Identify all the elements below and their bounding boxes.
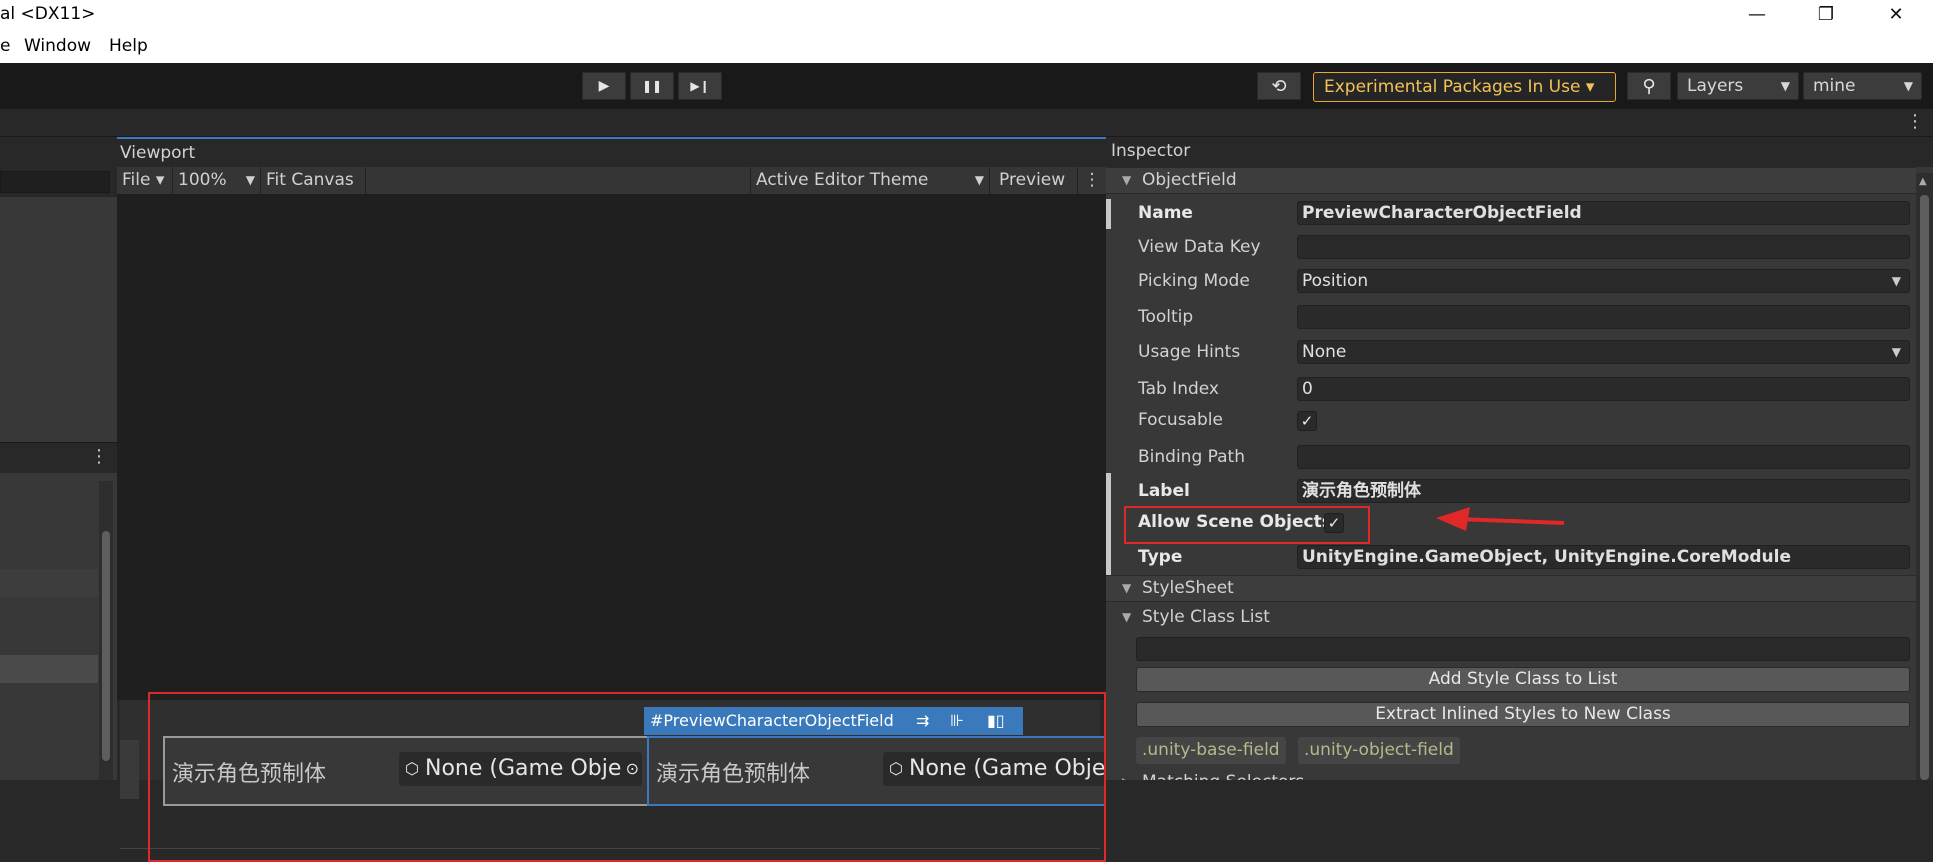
name-field[interactable]: PreviewCharacterObjectField xyxy=(1297,201,1910,225)
binding-path-field[interactable] xyxy=(1297,445,1910,469)
history-icon[interactable]: ⟲ xyxy=(1257,72,1301,100)
menu-item-help[interactable]: Help xyxy=(109,36,148,56)
annotation-arrow-icon xyxy=(1436,507,1565,531)
scrollbar[interactable] xyxy=(99,481,113,780)
left-panel: ⋮ xyxy=(0,137,117,780)
chevron-down-icon: ▼ xyxy=(1903,79,1913,93)
picking-mode-dropdown[interactable]: Position ▼ xyxy=(1297,269,1910,293)
theme-value: Active Editor Theme xyxy=(756,170,929,190)
focusable-label: Focusable xyxy=(1138,410,1223,430)
collapse-triangle-icon[interactable]: ▼ xyxy=(1122,576,1131,601)
class-tag[interactable]: .unity-base-field xyxy=(1136,737,1286,764)
chevron-down-icon: ▼ xyxy=(974,173,984,187)
viewport-canvas[interactable] xyxy=(117,195,1106,700)
tooltip-label: Tooltip xyxy=(1138,307,1194,327)
menu-item-edit[interactable]: e xyxy=(0,36,10,56)
chevron-down-icon: ▼ xyxy=(1891,274,1901,288)
view-data-key-label: View Data Key xyxy=(1138,237,1261,257)
section-objectfield[interactable]: ▼ ObjectField xyxy=(1106,167,1916,194)
scroll-up-icon[interactable]: ▲ xyxy=(1919,176,1927,187)
override-marker xyxy=(1106,473,1111,585)
scrollbar-thumb[interactable] xyxy=(1920,195,1929,780)
highlight-box xyxy=(1124,506,1370,544)
sub-toolbar: ⋮ xyxy=(0,109,1933,137)
kebab-icon[interactable]: ⋮ xyxy=(1906,111,1924,132)
usage-hints-dropdown[interactable]: None ▼ xyxy=(1297,340,1910,364)
chevron-down-icon: ▼ xyxy=(245,173,255,187)
kebab-icon[interactable]: ⋮ xyxy=(1078,167,1106,194)
layers-label: Layers xyxy=(1687,76,1744,96)
menu-bar: e Window Help xyxy=(0,30,1933,63)
zoom-dropdown[interactable]: 100% ▼ xyxy=(173,167,261,194)
tab-index-field[interactable]: 0 xyxy=(1297,377,1910,401)
experimental-packages-dropdown[interactable]: Experimental Packages In Use ▾ xyxy=(1313,72,1616,102)
tab-index-label: Tab Index xyxy=(1138,379,1219,399)
collapse-triangle-icon[interactable]: ▶ xyxy=(1122,768,1131,780)
view-data-key-field[interactable] xyxy=(1297,235,1910,259)
inspector-scrollbar[interactable]: ▲ xyxy=(1916,173,1933,780)
close-icon[interactable]: ✕ xyxy=(1869,0,1923,30)
window-title: al <DX11> xyxy=(0,4,96,24)
type-field[interactable]: UnityEngine.GameObject, UnityEngine.Core… xyxy=(1297,545,1910,569)
picking-mode-value: Position xyxy=(1302,271,1369,291)
tooltip-field[interactable] xyxy=(1297,305,1910,329)
pause-button[interactable]: ❚❚ xyxy=(630,72,674,100)
preview-button[interactable]: Preview xyxy=(990,167,1078,194)
highlight-box xyxy=(148,692,1106,862)
scrollbar-thumb[interactable] xyxy=(102,531,110,761)
canvas-edge xyxy=(120,740,139,799)
inspector-panel: Inspector ▼ ObjectField Name PreviewChara… xyxy=(1106,137,1933,780)
inspector-title: Inspector xyxy=(1106,137,1933,167)
hierarchy-search-input[interactable] xyxy=(0,171,110,193)
binding-path-label: Binding Path xyxy=(1138,447,1245,467)
viewport-panel: Viewport File ▾ 100% ▼ Fit Canvas Active … xyxy=(117,137,1106,862)
foldout-title: Matching Selectors xyxy=(1142,772,1304,780)
label-field[interactable]: 演示角色预制体 xyxy=(1297,479,1910,503)
layout-label: mine xyxy=(1813,76,1856,96)
search-icon[interactable]: ⚲ xyxy=(1627,72,1671,100)
chevron-down-icon: ▼ xyxy=(1780,79,1790,93)
type-label: Type xyxy=(1138,547,1183,567)
class-tags: .unity-base-field .unity-object-field xyxy=(1136,737,1916,764)
theme-dropdown[interactable]: Active Editor Theme ▼ xyxy=(750,167,990,194)
style-class-input[interactable] xyxy=(1136,637,1910,661)
step-button[interactable]: ▶❙ xyxy=(678,72,722,100)
kebab-icon[interactable]: ⋮ xyxy=(90,446,108,467)
section-title: StyleSheet xyxy=(1142,578,1234,598)
usage-hints-label: Usage Hints xyxy=(1138,342,1241,362)
play-button[interactable]: ▶ xyxy=(582,72,626,100)
override-marker xyxy=(1106,199,1111,229)
layout-dropdown[interactable]: mine ▼ xyxy=(1803,72,1922,100)
matching-selectors-foldout[interactable]: ▶ Matching Selectors xyxy=(1106,768,1916,780)
zoom-value: 100% xyxy=(178,170,227,190)
layers-dropdown[interactable]: Layers ▼ xyxy=(1677,72,1799,100)
file-menu[interactable]: File ▾ xyxy=(117,167,173,194)
style-class-list-foldout[interactable]: ▼ Style Class List xyxy=(1106,603,1916,631)
name-label: Name xyxy=(1138,203,1193,223)
section-stylesheet[interactable]: ▼ StyleSheet xyxy=(1106,575,1916,602)
fit-canvas-button[interactable]: Fit Canvas xyxy=(261,167,366,194)
viewport-toolbar: File ▾ 100% ▼ Fit Canvas Active Editor Th… xyxy=(117,167,1106,195)
list-item-selected[interactable] xyxy=(0,655,98,683)
label-label: Label xyxy=(1138,481,1190,501)
focusable-checkbox[interactable]: ✓ xyxy=(1297,411,1317,431)
title-bar: al <DX11> — ❐ ✕ xyxy=(0,0,1933,30)
main-toolbar: ▶ ❚❚ ▶❙ ⟲ Experimental Packages In Use ▾… xyxy=(0,63,1933,109)
chevron-down-icon: ▼ xyxy=(1891,345,1901,359)
add-style-class-button[interactable]: Add Style Class to List xyxy=(1136,667,1910,692)
viewport-title: Viewport xyxy=(117,137,1106,167)
section-title: ObjectField xyxy=(1142,170,1237,190)
collapse-triangle-icon[interactable]: ▼ xyxy=(1122,603,1131,631)
list-item[interactable] xyxy=(0,569,98,597)
extract-styles-button[interactable]: Extract Inlined Styles to New Class xyxy=(1136,702,1910,727)
minimize-icon[interactable]: — xyxy=(1730,0,1784,30)
class-tag[interactable]: .unity-object-field xyxy=(1298,737,1460,764)
foldout-title: Style Class List xyxy=(1142,607,1270,627)
collapse-triangle-icon[interactable]: ▼ xyxy=(1122,168,1131,193)
maximize-icon[interactable]: ❐ xyxy=(1799,0,1853,30)
picking-mode-label: Picking Mode xyxy=(1138,271,1250,291)
menu-item-window[interactable]: Window xyxy=(24,36,91,56)
usage-hints-value: None xyxy=(1302,342,1347,362)
